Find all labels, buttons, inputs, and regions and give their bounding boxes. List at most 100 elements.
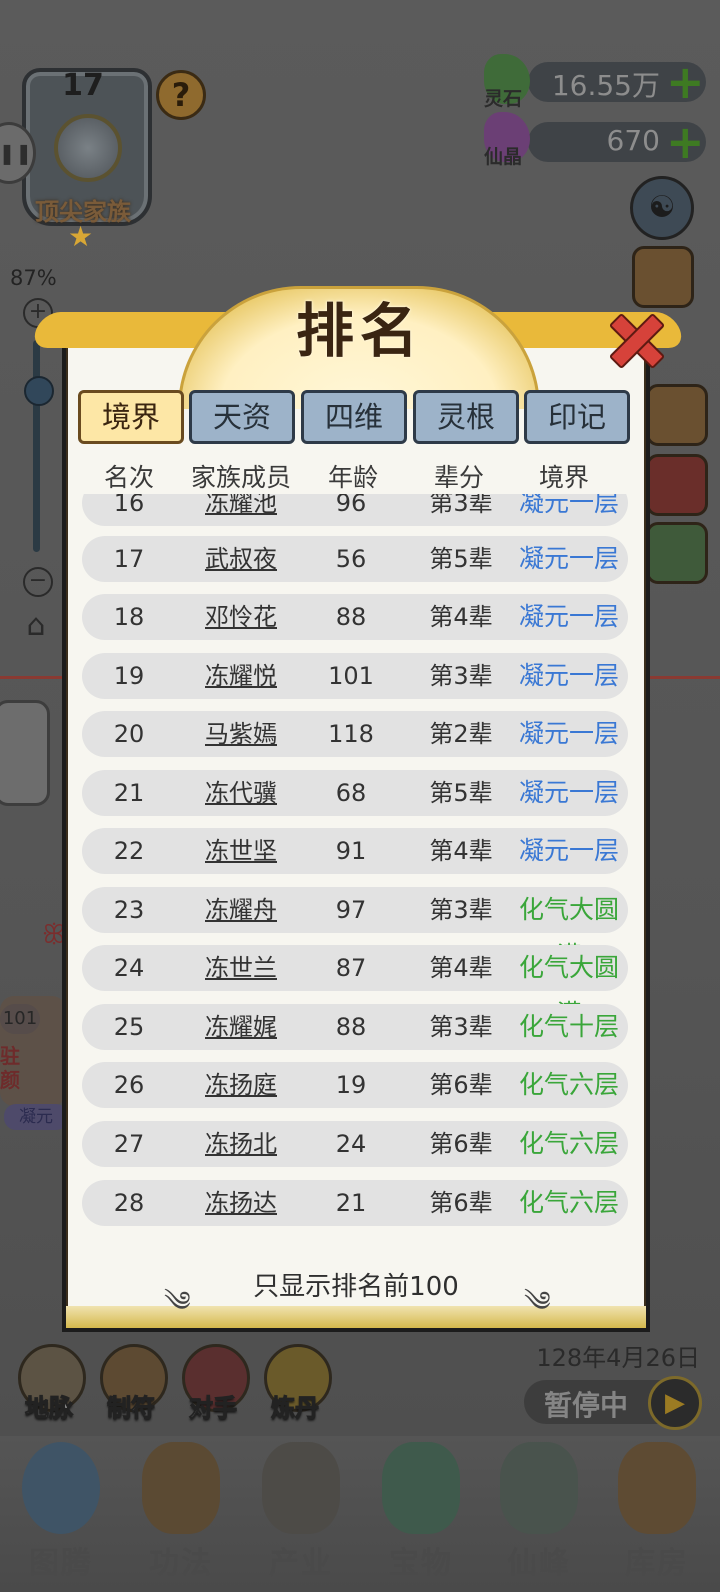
member-name-link[interactable]: 冻世兰 [188, 945, 294, 991]
nav-totem[interactable]: 图腾 [2, 1436, 120, 1592]
member-name-link[interactable]: 冻耀悦 [188, 653, 294, 699]
skill-alchemy-button[interactable]: 炼丹 [258, 1344, 332, 1423]
rank-cell: 19 [113, 662, 145, 690]
skill-rival-button[interactable]: 对手 [176, 1344, 250, 1423]
generation-cell: 第6辈 [429, 1071, 493, 1099]
rank-cell: 28 [113, 1189, 145, 1217]
member-name-link[interactable]: 冻耀池 [188, 494, 294, 526]
zoom-out-button[interactable]: − [23, 567, 53, 597]
skill-talisman-button[interactable]: 制符 [94, 1344, 168, 1423]
settings-gear-icon[interactable]: ☯ [630, 176, 694, 240]
table-row[interactable]: 25 冻耀娓 88 第3辈 化气十层 [82, 1004, 628, 1050]
play-icon: ▶ [648, 1376, 702, 1430]
storage-bag-icon [618, 1442, 696, 1534]
tab-spirit-root[interactable]: 灵根 [413, 390, 519, 444]
rank-cell: 25 [113, 1013, 145, 1041]
add-immortal-crystal-button[interactable]: + [666, 119, 705, 165]
nav-treasure[interactable]: 宝物 [362, 1436, 480, 1592]
footer-note: 只显示排名前100 [253, 1272, 459, 1302]
table-row[interactable]: 20 马紫嫣 118 第2辈 凝元一层 [82, 711, 628, 757]
column-header-generation: 辈分 [433, 463, 484, 492]
treasure-icon[interactable] [646, 384, 708, 446]
nav-immortal-peak[interactable]: 仙峰 [480, 1436, 598, 1592]
realm-cell: 凝元一层 [518, 778, 619, 807]
table-row[interactable]: 21 冻代骥 68 第5辈 凝元一层 [82, 770, 628, 816]
realm-cell: 凝元一层 [518, 602, 619, 631]
member-name-link[interactable]: 邓怜花 [188, 594, 294, 640]
rank-cell: 24 [113, 954, 145, 982]
age-cell: 88 [335, 1013, 367, 1041]
rank-cell: 20 [113, 720, 145, 748]
tab-talent[interactable]: 天资 [189, 390, 295, 444]
table-row[interactable]: 22 冻世坚 91 第4辈 凝元一层 [82, 828, 628, 874]
character-card[interactable] [0, 700, 50, 806]
column-header-realm: 境界 [538, 463, 589, 492]
table-row[interactable]: 23 冻耀舟 97 第3辈化气大圆满 [82, 887, 628, 970]
immortal-crystal-label: 仙晶 [484, 146, 523, 168]
member-name-link[interactable]: 冻扬达 [188, 1180, 294, 1226]
rank-cell: 18 [113, 603, 145, 631]
skill-label: 对手 [189, 1394, 238, 1423]
rank-cell: 22 [113, 837, 145, 865]
nav-techniques[interactable]: 功法 [122, 1436, 240, 1592]
table-row[interactable]: 26 冻扬庭 19 第6辈 化气六层 [82, 1062, 628, 1108]
realm-cell: 化气六层 [518, 1129, 619, 1158]
book-icon[interactable] [646, 454, 708, 516]
table-row[interactable]: 19 冻耀悦 101 第3辈 凝元一层 [82, 653, 628, 699]
close-icon[interactable] [602, 306, 666, 370]
immortal-crystal-bar: 670 + [528, 119, 706, 165]
table-row[interactable]: 28 冻扬达 21 第6辈 化气六层 [82, 1180, 628, 1226]
character-status-tag: 驻颜 [0, 1044, 20, 1092]
location-icon[interactable]: ⌂ [16, 608, 56, 652]
ranking-list[interactable]: 16 冻耀池 96 第3辈 凝元一层 17 武叔夜 56 第5辈 凝元一层 18 邓怜花 88 第4辈 凝元… [66, 494, 646, 1236]
member-name-link[interactable]: 冻世坚 [188, 828, 294, 874]
skill-label: 地脉 [25, 1394, 74, 1423]
nav-storehouse[interactable]: 库房 [598, 1436, 716, 1592]
table-row[interactable]: 27 冻扬北 24 第6辈 化气六层 [82, 1121, 628, 1167]
nav-label: 图腾 [29, 1546, 93, 1581]
zoom-slider[interactable] [33, 340, 40, 552]
nav-label: 库房 [625, 1546, 689, 1581]
help-button[interactable]: ? [156, 70, 206, 120]
realm-cell: 凝元一层 [518, 494, 619, 517]
character-level: 101 [0, 1004, 40, 1034]
member-name-link[interactable]: 冻耀娓 [188, 1004, 294, 1050]
member-name-link[interactable]: 冻代骥 [188, 770, 294, 816]
tab-realm[interactable]: 境界 [78, 390, 184, 444]
tab-four-dimensions[interactable]: 四维 [301, 390, 407, 444]
age-cell: 24 [335, 1130, 367, 1158]
skill-earth-vein-button[interactable]: 地脉 [12, 1344, 86, 1423]
rank-cell: 17 [113, 545, 145, 573]
table-row[interactable]: 18 邓怜花 88 第4辈 凝元一层 [82, 594, 628, 640]
scroll-icon[interactable] [646, 522, 708, 584]
nav-label: 功法 [149, 1546, 213, 1581]
generation-cell: 第5辈 [429, 545, 493, 573]
generation-cell: 第3辈 [429, 896, 493, 924]
member-name-link[interactable]: 武叔夜 [188, 536, 294, 582]
table-row[interactable]: 17 武叔夜 56 第5辈 凝元一层 [82, 536, 628, 582]
family-emblem-icon [54, 114, 122, 182]
tab-mark[interactable]: 印记 [524, 390, 630, 444]
map-scroll-icon[interactable] [632, 246, 694, 308]
character-realm: 凝元 [4, 1104, 68, 1130]
member-name-link[interactable]: 冻扬北 [188, 1121, 294, 1167]
realm-cell: 化气大圆满 [518, 953, 619, 1028]
nav-label: 仙峰 [507, 1546, 571, 1581]
column-header-member: 家族成员 [190, 463, 291, 492]
pause-toggle-button[interactable]: 暂停中 ▶ [524, 1376, 702, 1430]
column-header-age: 年龄 [327, 463, 378, 492]
table-row[interactable]: 24 冻世兰 87 第4辈化气大圆满 [82, 945, 628, 1028]
spirit-stone-bar: 16.55万 + [528, 59, 706, 105]
pause-label: 暂停中 [544, 1389, 629, 1422]
nav-industry[interactable]: 产业 [242, 1436, 360, 1592]
age-cell: 96 [335, 494, 367, 517]
add-spirit-stone-button[interactable]: + [666, 59, 705, 105]
divider-line [0, 676, 66, 679]
member-name-link[interactable]: 冻扬庭 [188, 1062, 294, 1108]
age-cell: 88 [335, 603, 367, 631]
member-name-link[interactable]: 冻耀舟 [188, 887, 294, 933]
member-name-link[interactable]: 马紫嫣 [188, 711, 294, 757]
zoom-slider-knob[interactable] [24, 376, 54, 406]
table-row[interactable]: 16 冻耀池 96 第3辈 凝元一层 [82, 494, 628, 526]
realm-cell: 凝元一层 [518, 661, 619, 690]
